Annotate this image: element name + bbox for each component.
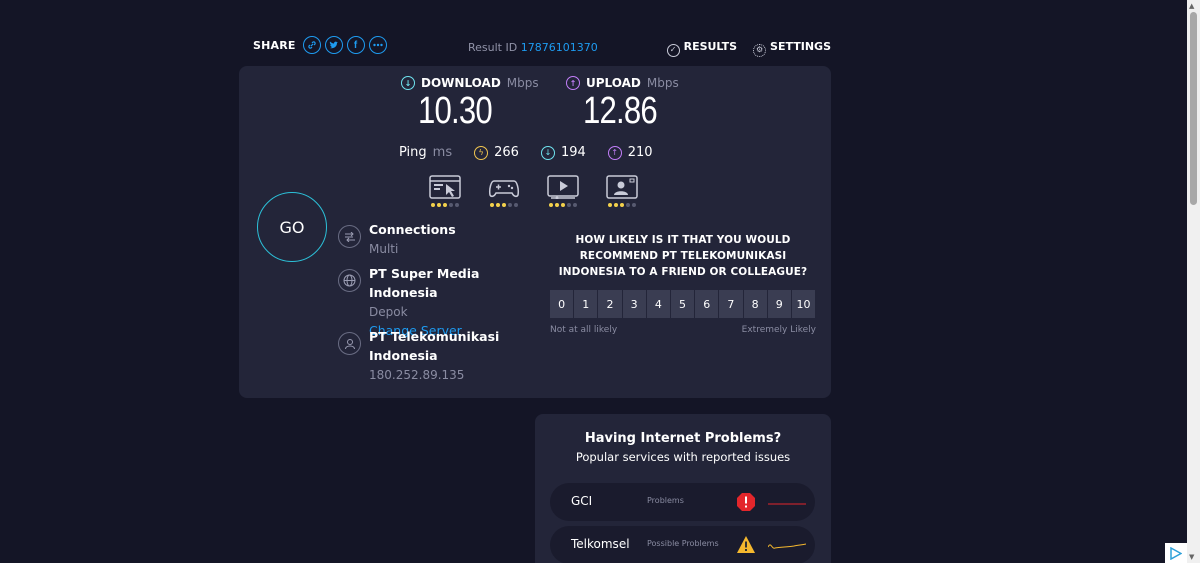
gear-icon: ⚙ (753, 44, 767, 57)
ping-row: Ping ms ϟ 266 ↓ 194 ↑ 210 (399, 145, 675, 160)
problem-row[interactable]: Telkomsel Possible Problems (550, 526, 815, 563)
usecase-dots (429, 203, 461, 207)
service-status: Problems (647, 496, 684, 505)
ping-download-value: 194 (560, 145, 586, 160)
usecase-dots (606, 203, 638, 207)
scale-option[interactable]: 9 (767, 290, 791, 318)
server-name: PT Super Media Indonesia (369, 266, 480, 300)
settings-label: SETTINGS (770, 40, 831, 53)
server-location: Depok (369, 305, 408, 319)
ping-unit: ms (432, 145, 453, 160)
nps-survey: HOW LIKELY IS IT THAT YOU WOULD RECOMMEN… (550, 232, 816, 335)
web-browsing-icon (429, 175, 461, 199)
result-id-link[interactable]: 17876101370 (521, 41, 598, 54)
upload-label: UPLOAD (586, 76, 641, 90)
scale-option[interactable]: 5 (670, 290, 695, 318)
upload-arrow-icon: ↑ (566, 76, 580, 90)
usecase-gaming[interactable] (488, 175, 520, 207)
problem-row[interactable]: GCI Problems (550, 483, 815, 521)
results-button[interactable]: ✓ RESULTS (666, 40, 738, 57)
download-arrow-icon: ↓ (401, 76, 415, 90)
survey-question: HOW LIKELY IS IT THAT YOU WOULD RECOMMEN… (558, 234, 808, 278)
results-label: RESULTS (683, 40, 738, 53)
latency-upload-icon: ↑ (607, 145, 622, 160)
latency-download-icon: ↓ (540, 145, 555, 160)
video-streaming-icon (547, 175, 579, 199)
share-group: SHARE f (253, 36, 387, 54)
upload-value: 12.86 (583, 90, 658, 132)
usecase-ratings (429, 175, 638, 207)
warning-icon (737, 536, 755, 553)
user-icon (338, 332, 361, 355)
service-name: GCI (571, 494, 593, 508)
video-chat-icon (606, 175, 638, 199)
scale-option[interactable]: 8 (743, 290, 767, 318)
isp-name: PT Telekomunikasi Indonesia (369, 329, 500, 363)
link-icon[interactable] (302, 36, 321, 54)
survey-scale: 0 1 2 3 4 5 6 7 8 9 10 (550, 290, 816, 318)
scale-option[interactable]: 10 (791, 290, 816, 318)
globe-icon (338, 269, 361, 292)
result-id-label: Result ID (468, 41, 518, 54)
scroll-thumb[interactable] (1190, 12, 1197, 205)
service-status: Possible Problems (647, 539, 719, 548)
scale-option[interactable]: 6 (695, 290, 719, 318)
check-circle-icon: ✓ (666, 44, 680, 57)
upload-metric: ↑ UPLOAD Mbps 12.86 (566, 76, 679, 133)
scale-option[interactable]: 7 (719, 290, 743, 318)
facebook-icon[interactable]: f (346, 36, 365, 54)
result-id: Result ID 17876101370 (468, 41, 598, 54)
download-unit: Mbps (506, 76, 539, 90)
gaming-icon (489, 180, 519, 198)
connections-value: Multi (369, 242, 399, 256)
isp-ip: 180.252.89.135 (369, 368, 465, 382)
usecase-video-chat[interactable] (606, 175, 638, 207)
ping-idle-value: 266 (494, 145, 519, 160)
connections-icon (338, 225, 361, 248)
scale-option[interactable]: 2 (598, 290, 622, 318)
ping-upload-value: 210 (627, 145, 653, 160)
usecase-web-browsing[interactable] (429, 175, 461, 207)
twitter-icon[interactable] (324, 36, 343, 54)
problems-subtitle: Popular services with reported issues (575, 450, 791, 464)
top-bar: SHARE f Result ID 17876101370 ✓ RESULTS ⚙… (253, 36, 831, 60)
scale-option[interactable]: 3 (622, 290, 646, 318)
scale-option[interactable]: 1 (574, 290, 598, 318)
ping-upload: ↑ 210 (607, 145, 653, 160)
scroll-down-icon[interactable]: ▼ (1189, 553, 1194, 561)
sparkline-icon (768, 543, 806, 549)
ping-label: Ping (399, 145, 427, 160)
usecase-video-streaming[interactable] (547, 175, 579, 207)
problems-title: Having Internet Problems? (584, 431, 782, 446)
latency-idle-icon: ϟ (474, 145, 489, 160)
go-button[interactable]: GO (257, 192, 327, 262)
share-label: SHARE (253, 38, 296, 52)
connections-title: Connections (369, 222, 456, 237)
scale-option[interactable]: 4 (646, 290, 670, 318)
service-name: Telkomsel (571, 537, 630, 551)
scrollbar[interactable]: ▲ ▼ (1187, 0, 1200, 563)
scale-high-label: Extremely Likely (741, 325, 816, 335)
upload-unit: Mbps (646, 76, 679, 90)
scale-option[interactable]: 0 (550, 290, 574, 318)
top-right-nav: ✓ RESULTS ⚙ SETTINGS (666, 40, 831, 57)
internet-problems-card: Having Internet Problems? Popular servic… (535, 414, 831, 563)
download-metric: ↓ DOWNLOAD Mbps 10.30 (401, 76, 539, 133)
download-label: DOWNLOAD (421, 76, 501, 90)
scroll-up-icon[interactable]: ▲ (1189, 2, 1194, 10)
download-value: 10.30 (418, 90, 493, 132)
more-icon[interactable] (368, 36, 387, 54)
scale-low-label: Not at all likely (550, 325, 618, 335)
ad-choices-icon[interactable] (1165, 543, 1187, 563)
result-card: ↓ DOWNLOAD Mbps 10.30 ↑ UPLOAD Mbps 12.8… (239, 66, 831, 398)
settings-button[interactable]: ⚙ SETTINGS (753, 40, 831, 57)
sparkline-icon (768, 503, 806, 505)
usecase-dots (547, 203, 579, 207)
ping-idle: ϟ 266 (474, 145, 519, 160)
ping-download: ↓ 194 (540, 145, 586, 160)
alert-icon (737, 493, 755, 511)
usecase-dots (488, 203, 520, 207)
